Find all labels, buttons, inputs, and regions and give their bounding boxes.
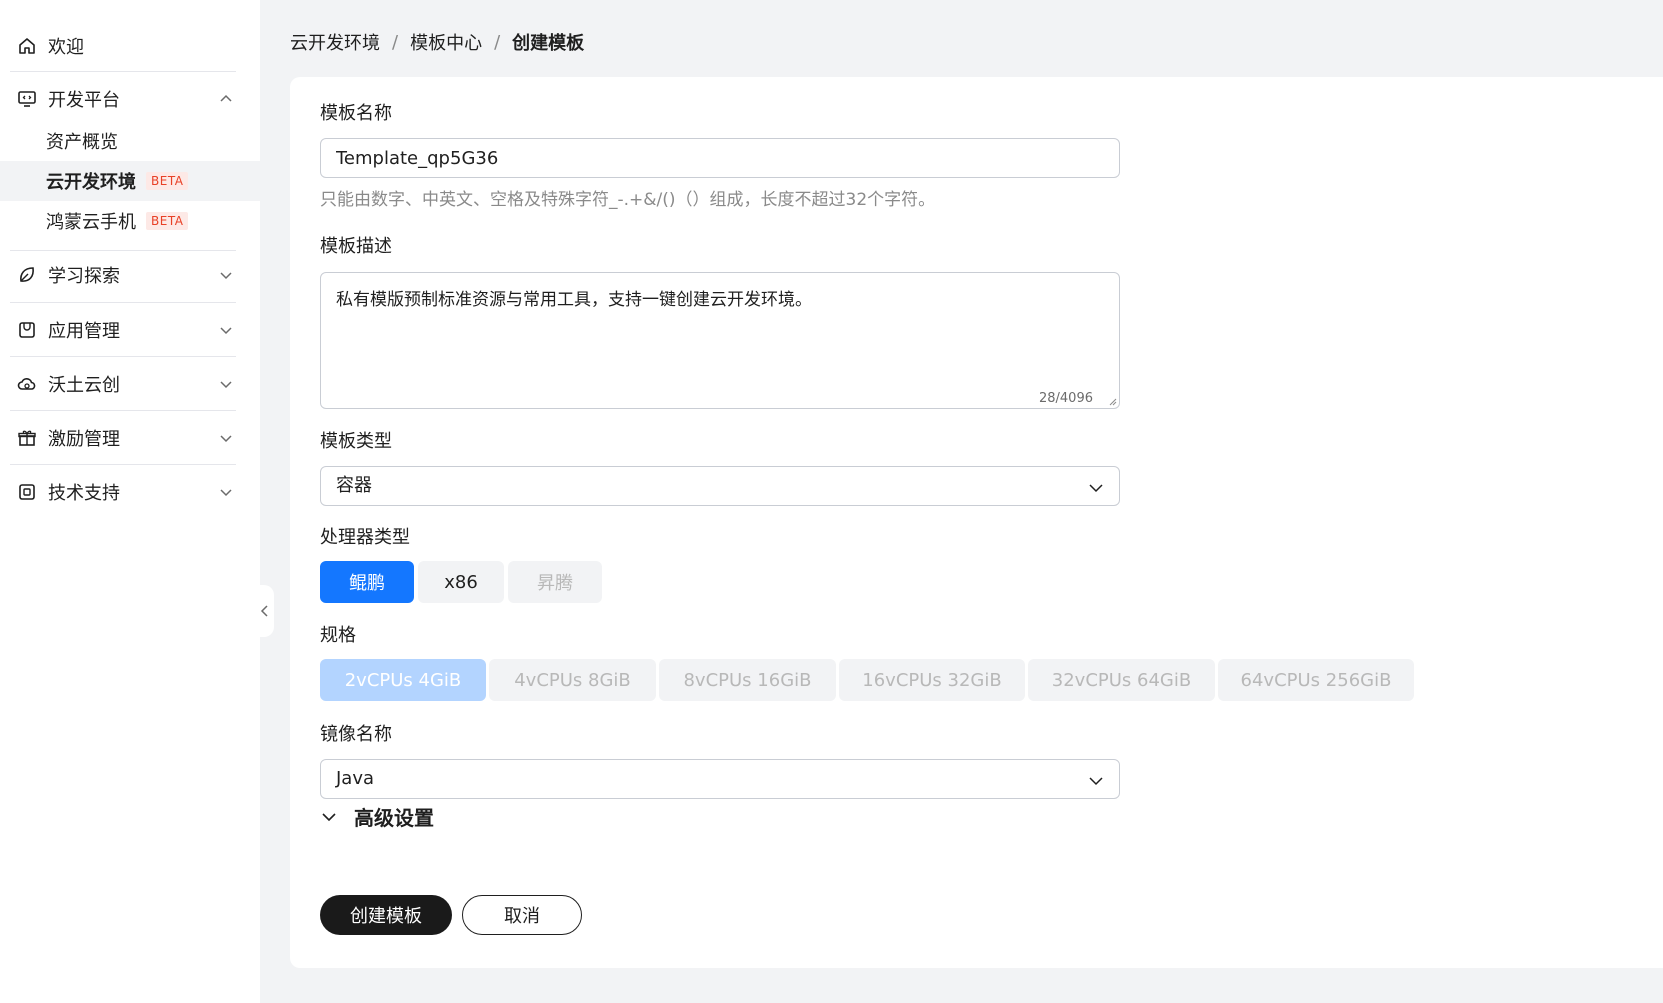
sidebar-divider [10,71,236,72]
sidebar-subitem-assets[interactable]: 资产概览 [0,121,260,161]
sidebar-subitem-cloud-dev-env[interactable]: 云开发环境 BETA [0,161,260,201]
spec-label: 规格 [320,625,356,646]
template-description-textarea[interactable]: 私有模版预制标准资源与常用工具，支持一键创建云开发环境。 28/4096 [320,272,1120,409]
breadcrumb: 云开发环境 / 模板中心 / 创建模板 [290,28,584,56]
sidebar-item-label: 欢迎 [48,37,84,58]
sidebar-item-label: 激励管理 [48,429,120,450]
app-bag-icon [16,319,38,341]
sidebar-item-label: 沃土云创 [48,375,120,396]
template-description-label: 模板描述 [320,236,392,257]
sidebar-item-label: 开发平台 [48,90,120,111]
sidebar-item-label: 应用管理 [48,321,120,342]
beta-badge: BETA [146,212,189,230]
cloud-icon [16,373,38,395]
chevron-down-icon [220,272,232,280]
image-name-label: 镜像名称 [320,724,392,745]
chevron-down-icon [220,381,232,389]
spec-option: 8vCPUs 16GiB [659,659,836,701]
sidebar-subitem-label: 云开发环境 [46,172,136,193]
leaf-icon [16,264,38,286]
image-name-select[interactable]: Java [320,759,1120,799]
chevron-down-icon [322,812,336,821]
spec-option: 16vCPUs 32GiB [839,659,1025,701]
advanced-settings-toggle[interactable]: 高级设置 [320,802,434,831]
breadcrumb-separator: / [392,31,399,53]
support-icon [16,481,38,503]
template-type-select[interactable]: 容器 [320,466,1120,506]
sidebar-divider [10,356,236,357]
sidebar-item-app-management[interactable]: 应用管理 [10,310,250,350]
template-name-input[interactable] [320,138,1120,178]
sidebar-divider [10,410,236,411]
sidebar-item-tech-support[interactable]: 技术支持 [10,472,250,512]
resize-grip-icon[interactable] [1107,396,1117,406]
spec-option: 4vCPUs 8GiB [489,659,656,701]
sidebar-subitem-harmony-cloud-phone[interactable]: 鸿蒙云手机 BETA [0,201,260,241]
cpu-option-x86[interactable]: x86 [418,561,504,603]
template-description-value: 私有模版预制标准资源与常用工具，支持一键创建云开发环境。 [336,290,812,310]
monitor-code-icon [16,88,38,110]
sidebar-subitem-label: 资产概览 [46,132,118,153]
cpu-option-ascend: 昇腾 [508,561,602,603]
sidebar-item-welcome[interactable]: 欢迎 [10,26,250,66]
cpu-type-label: 处理器类型 [320,527,410,548]
sidebar-divider [10,302,236,303]
breadcrumb-current: 创建模板 [512,33,585,54]
sidebar-item-dev-platform[interactable]: 开发平台 [10,79,250,119]
advanced-settings-label: 高级设置 [354,806,434,830]
sidebar-item-learn[interactable]: 学习探索 [10,255,250,295]
breadcrumb-item[interactable]: 模板中心 [410,29,482,55]
spec-option: 64vCPUs 256GiB [1218,659,1414,701]
chevron-down-icon [1089,777,1103,786]
chevron-down-icon [220,435,232,443]
char-counter: 28/4096 [1038,391,1093,406]
template-name-hint: 只能由数字、中英文、空格及特殊字符_-.+&/()（）组成，长度不超过32个字符… [320,190,936,210]
image-name-value: Java [336,768,375,789]
sidebar: 欢迎 开发平台 资产概览 云开发环境 BETA 鸿蒙云手机 BETA 学习探索 … [0,0,260,1003]
create-template-form: 模板名称 只能由数字、中英文、空格及特殊字符_-.+&/()（）组成，长度不超过… [290,77,1663,968]
chevron-down-icon [220,489,232,497]
gift-icon [16,427,38,449]
chevron-left-icon [260,605,268,617]
cancel-button[interactable]: 取消 [462,895,582,935]
breadcrumb-separator: / [494,31,501,53]
sidebar-divider [10,464,236,465]
breadcrumb-item[interactable]: 云开发环境 [290,29,380,55]
beta-badge: BETA [146,172,189,190]
template-type-value: 容器 [336,475,372,496]
create-template-button[interactable]: 创建模板 [320,895,452,935]
sidebar-item-label: 技术支持 [48,483,120,504]
sidebar-item-label: 学习探索 [48,266,120,287]
spec-option: 2vCPUs 4GiB [320,659,486,701]
home-icon [16,35,38,57]
template-type-label: 模板类型 [320,431,392,452]
sidebar-divider [10,250,236,251]
sidebar-item-incentive[interactable]: 激励管理 [10,418,250,458]
chevron-up-icon [220,94,232,102]
template-name-label: 模板名称 [320,103,392,124]
sidebar-item-wotu[interactable]: 沃土云创 [10,364,250,404]
sidebar-subitem-label: 鸿蒙云手机 [46,212,136,233]
spec-option: 32vCPUs 64GiB [1028,659,1215,701]
cpu-option-kunpeng[interactable]: 鲲鹏 [320,561,414,603]
chevron-down-icon [1089,484,1103,493]
sidebar-collapse-button[interactable] [256,585,274,637]
chevron-down-icon [220,327,232,335]
